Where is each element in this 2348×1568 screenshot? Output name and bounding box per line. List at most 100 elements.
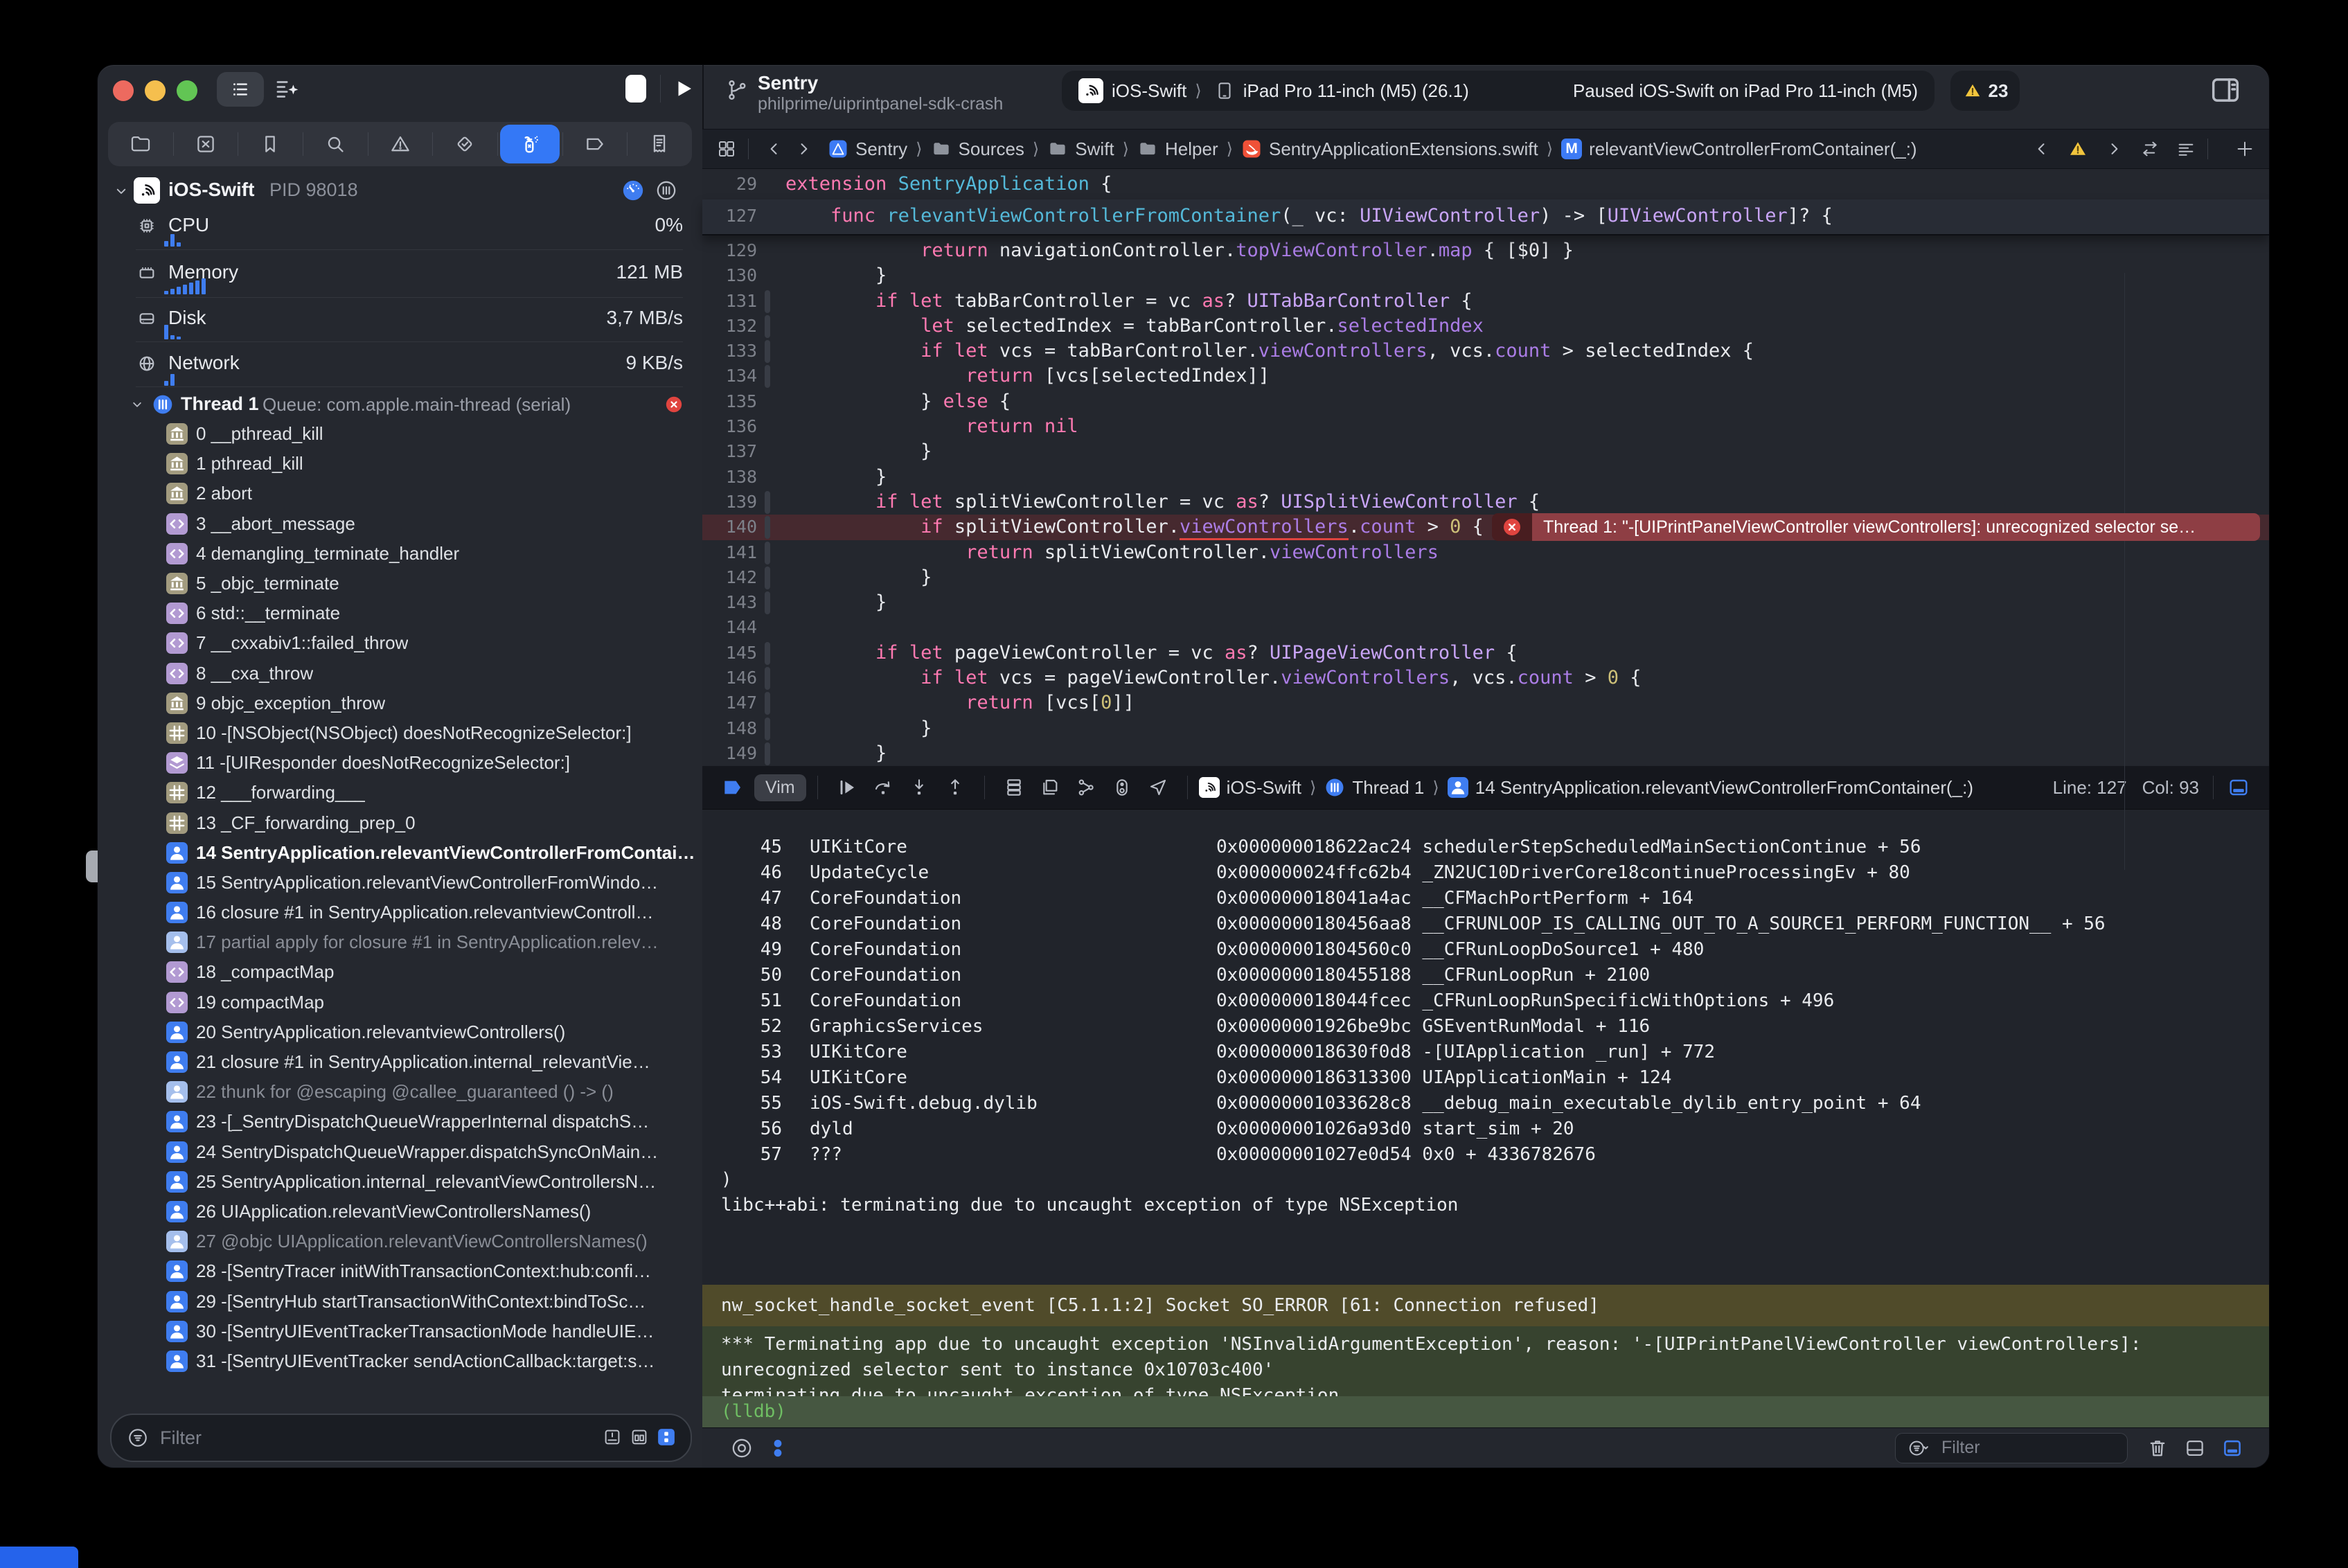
stack-frame-row[interactable]: 25 SentryApplication.internal_relevantVi… [98, 1167, 702, 1197]
code-line-139[interactable]: 139 if let splitViewController = vc as? … [702, 490, 2269, 515]
stack-frame-row[interactable]: 23 -[_SentryDispatchQueueWrapperInternal… [98, 1107, 702, 1137]
code-line-142[interactable]: 142 } [702, 565, 2269, 590]
process-row[interactable]: iOS-Swift PID 98018 [98, 176, 702, 206]
stack-frame-row[interactable]: 30 -[SentryUIEventTrackerTransactionMode… [98, 1317, 702, 1346]
code-line-127[interactable]: 127 func relevantViewControllerFromConta… [702, 199, 2269, 233]
code-line-140[interactable]: 140 if splitViewController.viewControlle… [702, 515, 2269, 540]
stack-frame-row[interactable]: 3 __abort_message [98, 509, 702, 539]
stack-frame-row[interactable]: 5 _objc_terminate [98, 569, 702, 598]
next-issue-icon[interactable] [2104, 139, 2124, 159]
stack-frame-row[interactable]: 6 std::__terminate [98, 598, 702, 628]
navigator-tab-debug[interactable] [497, 122, 562, 166]
memory-graph-icon[interactable] [1039, 776, 1061, 799]
stack-frame-row[interactable]: 29 -[SentryHub startTransactionWithConte… [98, 1286, 702, 1316]
related-items-icon[interactable] [716, 139, 737, 159]
navigator-tab-reports[interactable] [627, 122, 692, 166]
code-line-137[interactable]: 137 } [702, 439, 2269, 464]
stack-frame-row[interactable]: 2 abort [98, 479, 702, 508]
stack-frame-row[interactable]: 4 demangling_terminate_handler [98, 539, 702, 569]
code-line-145[interactable]: 145 if let pageViewController = vc as? U… [702, 641, 2269, 666]
navigator-tab-search[interactable] [303, 122, 368, 166]
code-line-147[interactable]: 147 return [vcs[0]] [702, 691, 2269, 715]
gauge-row-disk[interactable]: Disk3,7 MB/s [98, 305, 702, 332]
toggle-debug-area-icon[interactable] [2227, 776, 2250, 799]
clear-console-trash-icon[interactable] [2146, 1436, 2169, 1460]
stack-frame-row[interactable]: 11 -[UIResponder doesNotRecognizeSelecto… [98, 748, 702, 778]
variables-pane-toggle-icon[interactable] [2183, 1436, 2207, 1460]
variables-view-eye-icon[interactable] [730, 1436, 754, 1460]
show-relevant-frames-icon[interactable] [656, 1427, 677, 1447]
stack-frame-row[interactable]: 22 thunk for @escaping @callee_guarantee… [98, 1077, 702, 1107]
environment-overrides-icon[interactable] [1111, 776, 1133, 799]
threads-view-icon[interactable] [655, 179, 678, 202]
gauge-row-network[interactable]: Network9 KB/s [98, 350, 702, 377]
stack-frame-row[interactable]: 15 SentryApplication.relevantViewControl… [98, 868, 702, 898]
breakpoints-toggle-icon[interactable] [721, 776, 743, 799]
stack-frame-row[interactable]: 27 @objc UIApplication.relevantViewContr… [98, 1227, 702, 1256]
jumpbar-crumb[interactable]: Swift [1047, 139, 1114, 160]
code-line-144[interactable]: 144 [702, 615, 2269, 640]
chevron-down-icon[interactable] [112, 181, 131, 201]
continue-execution-icon[interactable] [836, 776, 858, 799]
lldb-prompt[interactable]: (lldb) [702, 1396, 2269, 1427]
code-line-131[interactable]: 131 if let tabBarController = vc as? UIT… [702, 289, 2269, 314]
view-hierarchy-icon[interactable] [1003, 776, 1025, 799]
step-out-icon[interactable] [944, 776, 966, 799]
stack-frame-row[interactable]: 21 closure #1 in SentryApplication.inter… [98, 1047, 702, 1077]
swap-editor-icon[interactable] [2140, 139, 2160, 159]
stack-frame-row[interactable]: 13 _CF_forwarding_prep_0 [98, 808, 702, 837]
code-line-138[interactable]: 138 } [702, 465, 2269, 490]
code-line-143[interactable]: 143 } [702, 590, 2269, 615]
code-line-29[interactable]: 29extension SentryApplication { [702, 169, 2269, 199]
stack-frame-row[interactable]: 1 pthread_kill [98, 449, 702, 479]
forward-chevron-icon[interactable] [793, 139, 814, 159]
stack-frame-row[interactable]: 14 SentryApplication.relevantViewControl… [98, 838, 702, 868]
chevron-down-icon[interactable] [128, 395, 146, 413]
jumpbar-crumb[interactable]: Sentry [828, 139, 907, 160]
stack-frame-row[interactable]: 19 compactMap [98, 988, 702, 1017]
stack-frame-row[interactable]: 10 -[NSObject(NSObject) doesNotRecognize… [98, 718, 702, 748]
stack-frame-row[interactable]: 8 __cxa_throw [98, 659, 702, 688]
show-flagged-only-icon[interactable] [602, 1427, 623, 1447]
console-pane-toggle-icon[interactable] [2221, 1436, 2244, 1460]
code-line-135[interactable]: 135 } else { [702, 389, 2269, 414]
jumpbar-crumb[interactable]: MrelevantViewControllerFromContainer(_:) [1561, 139, 1916, 160]
stack-frame-row[interactable]: 7 __cxxabiv1::failed_throw [98, 628, 702, 658]
back-chevron-icon[interactable] [764, 139, 785, 159]
code-line-130[interactable]: 130 } [702, 263, 2269, 288]
process-picker-icon[interactable] [766, 1436, 790, 1460]
profile-gauge-icon[interactable] [621, 179, 645, 202]
debug-console[interactable]: 45UIKitCore0x000000018622ac24 schedulerS… [702, 810, 2269, 1427]
issue-warning-icon[interactable] [2067, 139, 2088, 159]
stack-frame-row[interactable]: 31 -[SentryUIEventTracker sendActionCall… [98, 1346, 702, 1376]
current-frame-edge-marker[interactable] [86, 850, 98, 882]
code-line-136[interactable]: 136 return nil [702, 414, 2269, 439]
stack-frame-row[interactable]: 9 objc_exception_throw [98, 688, 702, 718]
navigator-tab-bookmark[interactable] [238, 122, 303, 166]
step-over-icon[interactable] [872, 776, 894, 799]
stack-frame-row[interactable]: 17 partial apply for closure #1 in Sentr… [98, 927, 702, 957]
code-line-134[interactable]: 134 return [vcs[selectedIndex]] [702, 364, 2269, 389]
code-line-148[interactable]: 148 } [702, 716, 2269, 741]
vim-mode-badge[interactable]: Vim [754, 774, 806, 801]
stack-frame-row[interactable]: 20 SentryApplication.relevantviewControl… [98, 1017, 702, 1047]
jumpbar-crumb[interactable]: SentryApplicationExtensions.swift [1241, 139, 1538, 160]
navigator-tab-tests[interactable] [432, 122, 497, 166]
jumpbar-crumb[interactable]: Sources [931, 139, 1024, 160]
gauge-row-cpu[interactable]: CPU0% [98, 212, 702, 240]
stack-frame-row[interactable]: 12 ___forwarding___ [98, 778, 702, 808]
console-filter-input[interactable] [1940, 1437, 2117, 1459]
stack-frame-row[interactable]: 26 UIApplication.relevantViewControllers… [98, 1197, 702, 1227]
debug-graph-icon[interactable] [1075, 776, 1097, 799]
navigator-tab-breakpoints[interactable] [562, 122, 628, 166]
code-line-149[interactable]: 149 } [702, 741, 2269, 766]
filter-menu-icon[interactable] [1905, 1438, 1933, 1459]
stack-frame-row[interactable]: 0 __pthread_kill [98, 419, 702, 449]
jumpbar-crumb[interactable]: Helper [1137, 139, 1218, 160]
adjust-editor-icon[interactable] [2176, 139, 2196, 159]
stack-frame-row[interactable]: 18 _compactMap [98, 957, 702, 987]
code-line-132[interactable]: 132 let selectedIndex = tabBarController… [702, 314, 2269, 339]
runtime-error-banner[interactable]: Thread 1: "-[UIPrintPanelViewController … [1492, 513, 2260, 541]
stack-frame-row[interactable]: 28 -[SentryTracer initWithTransactionCon… [98, 1256, 702, 1286]
debugbar-crumb[interactable]: iOS-Swift [1199, 777, 1301, 799]
